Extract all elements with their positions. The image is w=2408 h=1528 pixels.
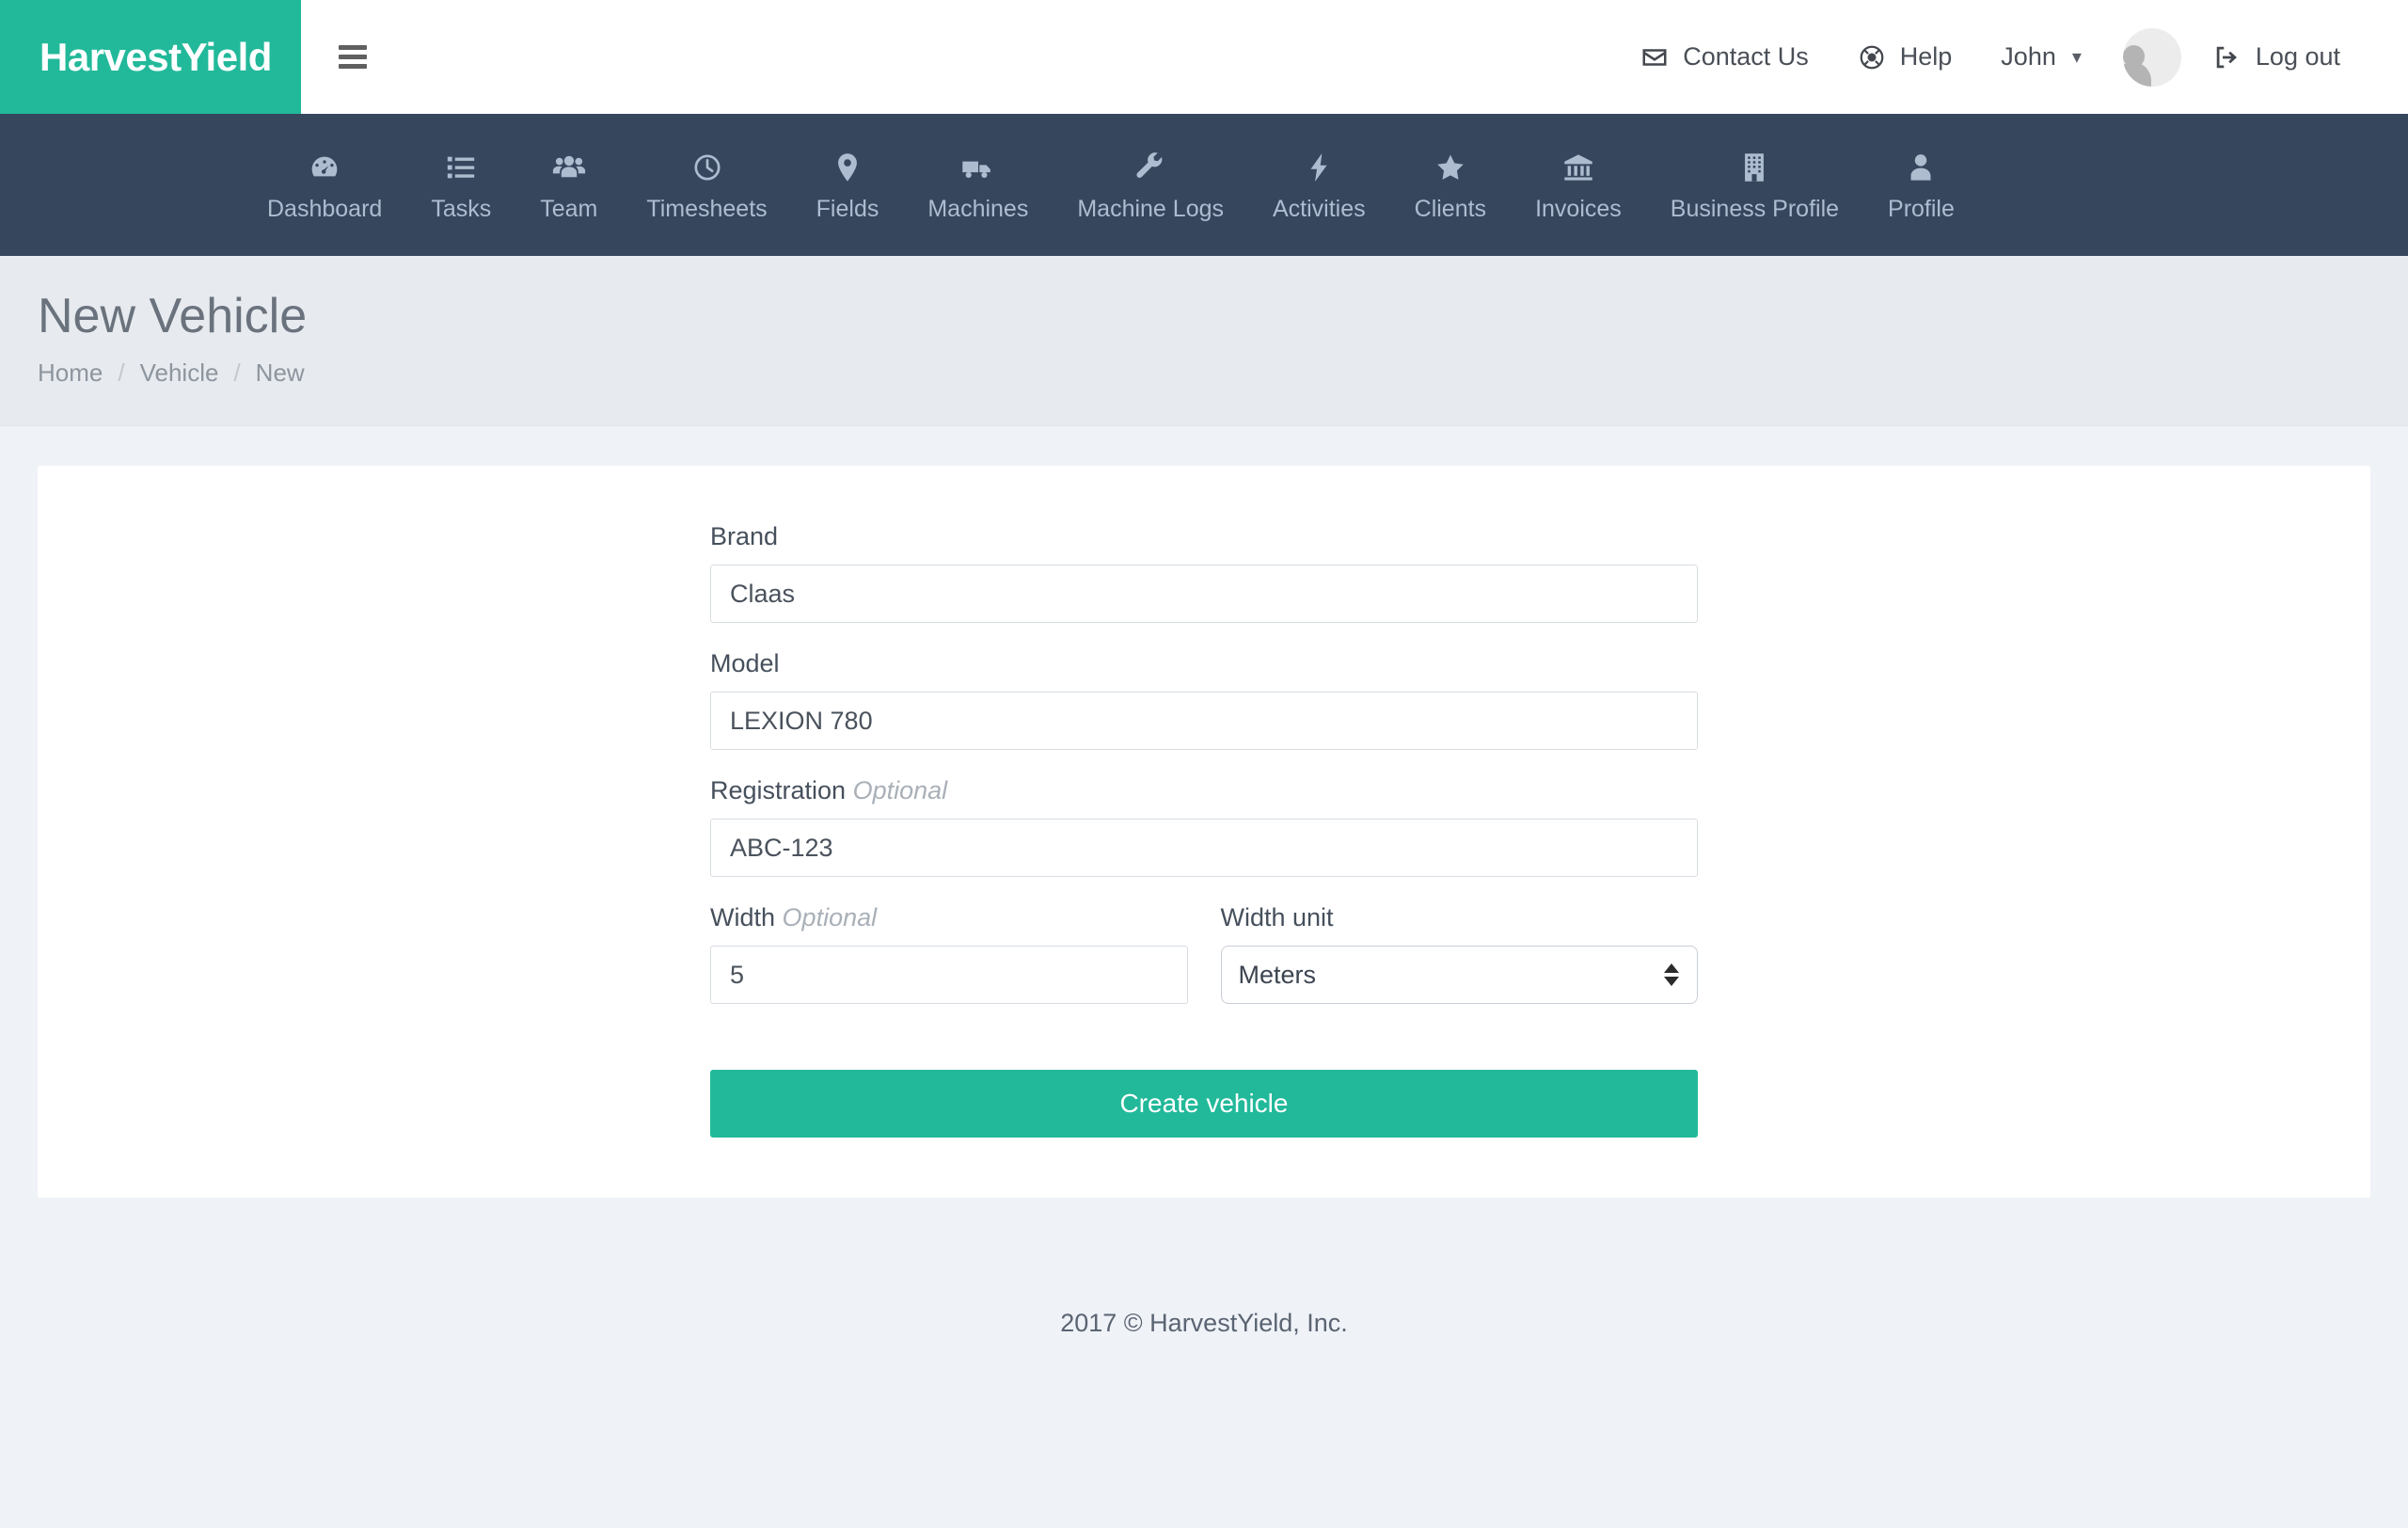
wrench-icon <box>1134 149 1166 186</box>
chevron-down-icon: ▾ <box>2072 45 2082 69</box>
nav-item-timesheets[interactable]: Timesheets <box>622 149 791 221</box>
nav-item-activities[interactable]: Activities <box>1248 149 1390 221</box>
breadcrumb-item-home[interactable]: Home <box>38 358 103 388</box>
field-group-width: Width Optional <box>710 903 1188 1004</box>
content-wrapper: Brand Model Registration Optional Width <box>0 426 2408 1198</box>
page-footer: 2017 © HarvestYield, Inc. <box>0 1198 2408 1376</box>
nav-item-invoices[interactable]: Invoices <box>1511 149 1646 221</box>
nav-item-tasks[interactable]: Tasks <box>406 149 515 221</box>
user-menu-label: John <box>2001 42 2056 72</box>
page-header: New Vehicle Home / Vehicle / New <box>0 256 2408 426</box>
width-label-text: Width <box>710 903 775 931</box>
field-group-registration: Registration Optional <box>710 776 1698 877</box>
main-navigation: Dashboard Tasks Team <box>0 114 2408 256</box>
contact-us-label: Contact Us <box>1683 42 1809 72</box>
field-group-width-row: Width Optional Width unit MetersFeet <box>710 903 1698 1004</box>
nav-label: Fields <box>816 198 879 221</box>
create-vehicle-button[interactable]: Create vehicle <box>710 1070 1698 1138</box>
model-label: Model <box>710 649 1698 678</box>
breadcrumb-item-vehicle[interactable]: Vehicle <box>140 358 219 388</box>
log-out-link[interactable]: Log out <box>2189 42 2365 72</box>
width-optional-tag: Optional <box>783 903 878 931</box>
nav-label: Timesheets <box>646 198 767 221</box>
help-label: Help <box>1900 42 1953 72</box>
field-group-model: Model <box>710 649 1698 750</box>
nav-label: Profile <box>1888 198 1955 221</box>
nav-label: Tasks <box>431 198 491 221</box>
clock-icon <box>691 149 723 186</box>
help-link[interactable]: Help <box>1833 42 1977 72</box>
nav-item-profile[interactable]: Profile <box>1863 149 1979 221</box>
width-input[interactable] <box>710 946 1188 1004</box>
nav-label: Team <box>540 198 597 221</box>
avatar[interactable] <box>2123 28 2181 87</box>
nav-label: Machines <box>927 198 1028 221</box>
breadcrumb: Home / Vehicle / New <box>38 358 2408 388</box>
width-unit-label: Width unit <box>1221 903 1699 932</box>
bank-icon <box>1562 149 1594 186</box>
field-group-brand: Brand <box>710 522 1698 623</box>
nav-item-team[interactable]: Team <box>515 149 622 221</box>
brand-name: HarvestYield <box>40 35 272 80</box>
nav-label: Dashboard <box>267 198 382 221</box>
log-out-label: Log out <box>2256 42 2340 72</box>
nav-item-dashboard[interactable]: Dashboard <box>243 149 406 221</box>
topbar-spacer <box>404 0 1616 114</box>
nav-item-clients[interactable]: Clients <box>1390 149 1511 221</box>
sign-out-icon <box>2213 43 2242 72</box>
envelope-icon <box>1640 43 1669 72</box>
user-menu-button[interactable]: John ▾ <box>1976 42 2106 72</box>
registration-input[interactable] <box>710 819 1698 877</box>
field-group-width-unit: Width unit MetersFeet <box>1221 903 1699 1004</box>
top-header: HarvestYield Contact Us Help <box>0 0 2408 114</box>
hamburger-menu-button[interactable] <box>301 0 404 114</box>
users-icon <box>552 149 586 186</box>
nav-item-machine-logs[interactable]: Machine Logs <box>1053 149 1248 221</box>
lifebuoy-icon <box>1858 43 1886 72</box>
breadcrumb-item-new: New <box>256 358 305 388</box>
new-vehicle-form: Brand Model Registration Optional Width <box>710 522 1698 1138</box>
breadcrumb-separator: / <box>218 358 255 388</box>
map-marker-icon <box>833 149 862 186</box>
brand-logo[interactable]: HarvestYield <box>0 0 301 114</box>
avatar-body <box>2123 62 2151 87</box>
nav-item-machines[interactable]: Machines <box>903 149 1053 221</box>
registration-label: Registration Optional <box>710 776 1698 805</box>
width-unit-select-wrapper: MetersFeet <box>1221 946 1699 1004</box>
topbar-actions: Contact Us Help John ▾ <box>1616 0 2408 114</box>
nav-label: Business Profile <box>1671 198 1839 221</box>
contact-us-link[interactable]: Contact Us <box>1616 42 1833 72</box>
list-icon <box>445 149 477 186</box>
building-icon <box>1741 149 1767 186</box>
nav-label: Activities <box>1273 198 1366 221</box>
new-vehicle-card: Brand Model Registration Optional Width <box>38 466 2370 1198</box>
width-unit-select[interactable]: MetersFeet <box>1221 946 1699 1004</box>
star-icon <box>1434 149 1466 186</box>
bolt-icon <box>1307 149 1331 186</box>
user-icon <box>1907 149 1935 186</box>
registration-label-text: Registration <box>710 776 846 804</box>
nav-label: Invoices <box>1535 198 1622 221</box>
page-title: New Vehicle <box>38 290 2408 343</box>
brand-label: Brand <box>710 522 1698 551</box>
truck-icon <box>961 149 995 186</box>
hamburger-icon <box>339 40 367 73</box>
nav-item-business-profile[interactable]: Business Profile <box>1646 149 1863 221</box>
nav-item-fields[interactable]: Fields <box>792 149 904 221</box>
nav-label: Machine Logs <box>1077 198 1224 221</box>
registration-optional-tag: Optional <box>853 776 948 804</box>
nav-label: Clients <box>1415 198 1486 221</box>
model-input[interactable] <box>710 692 1698 750</box>
tachometer-icon <box>309 149 341 186</box>
breadcrumb-separator: / <box>103 358 139 388</box>
brand-input[interactable] <box>710 565 1698 623</box>
copyright-text: 2017 © HarvestYield, Inc. <box>1060 1309 1348 1337</box>
width-label: Width Optional <box>710 903 1188 932</box>
